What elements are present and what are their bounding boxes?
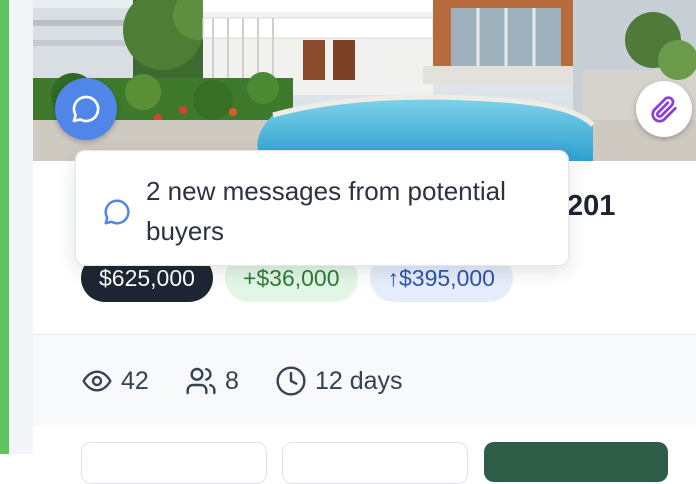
attachment-button[interactable] [636,81,692,137]
chat-button[interactable] [55,78,117,140]
tooltip-message: 2 new messages from potential buyers [146,176,506,246]
secondary-button-2[interactable] [282,442,468,484]
stats-row: 42 8 12 days [33,335,696,427]
days-stat: 12 days [275,365,403,397]
primary-button[interactable] [484,442,668,482]
views-stat: 42 [81,365,149,397]
clock-icon [276,366,306,396]
property-photo [33,0,696,161]
chat-bubble-icon [72,95,100,123]
page-background [9,0,33,454]
eye-icon [82,370,112,392]
status-accent-bar [0,0,9,454]
views-count: 42 [121,366,149,395]
secondary-button-1[interactable] [81,442,267,484]
listing-title: 201 [567,190,616,222]
chat-bubble-icon [104,199,130,225]
paperclip-icon [651,96,677,123]
users-icon [186,367,216,395]
new-messages-tooltip: 2 new messages from potential buyers [75,150,569,266]
interested-stat: 8 [185,365,239,397]
days-listed: 12 days [315,366,403,395]
interested-count: 8 [225,366,239,395]
